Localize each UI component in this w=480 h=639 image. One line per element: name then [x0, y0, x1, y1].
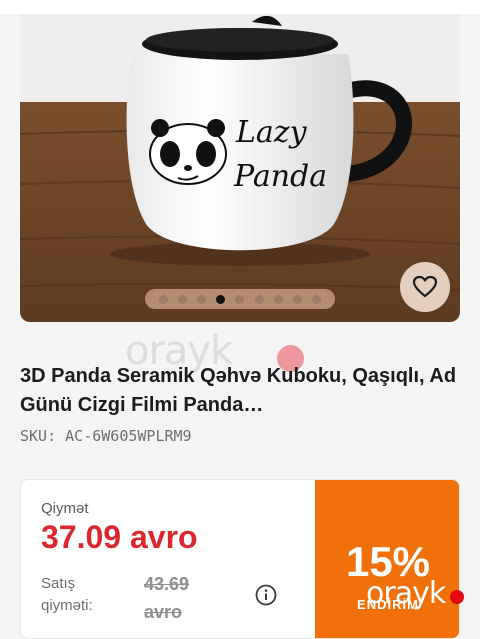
price-section: Qiymət 37.09 avro Satış qiyməti: 43.69 a… [21, 480, 315, 638]
current-price: 37.09 avro [41, 519, 198, 555]
gallery-dot[interactable] [254, 294, 264, 304]
price-card: Qiymət 37.09 avro Satış qiyməti: 43.69 a… [20, 479, 460, 639]
watermark-text: orayk [366, 576, 446, 611]
gallery-dot[interactable] [178, 294, 188, 304]
gallery-dot[interactable] [292, 294, 302, 304]
discount-badge: 15% ENDİRİM [315, 480, 459, 638]
product-title: 3D Panda Seramik Qəhvə Kuboku, Qaşıqlı, … [20, 365, 457, 416]
top-bar [0, 0, 480, 14]
product-image-gallery[interactable]: Lazy Panda [20, 14, 460, 322]
info-circle-icon [255, 584, 277, 606]
gallery-dot[interactable] [197, 294, 207, 304]
old-price: 43.69 avro [144, 574, 190, 622]
mug-print-panda: Panda [233, 159, 327, 194]
favorite-button[interactable] [400, 262, 450, 312]
sale-price-label: Satış qiyməti: [41, 575, 93, 614]
gallery-pagination[interactable] [145, 289, 335, 309]
price-info-button[interactable] [255, 584, 277, 606]
gallery-dot[interactable] [159, 294, 169, 304]
gallery-dot-active[interactable] [216, 294, 226, 304]
watermark-dot [450, 590, 464, 604]
mug-print-lazy: Lazy [235, 115, 308, 150]
gallery-dot[interactable] [311, 294, 321, 304]
price-label: Qiymət [41, 500, 89, 517]
gallery-dot[interactable] [235, 294, 245, 304]
product-sku: SKU: AC-6W605WPLRM9 [20, 427, 192, 445]
product-photo: Lazy Panda [20, 14, 460, 322]
heart-outline-icon [412, 275, 438, 298]
gallery-dot[interactable] [273, 294, 283, 304]
